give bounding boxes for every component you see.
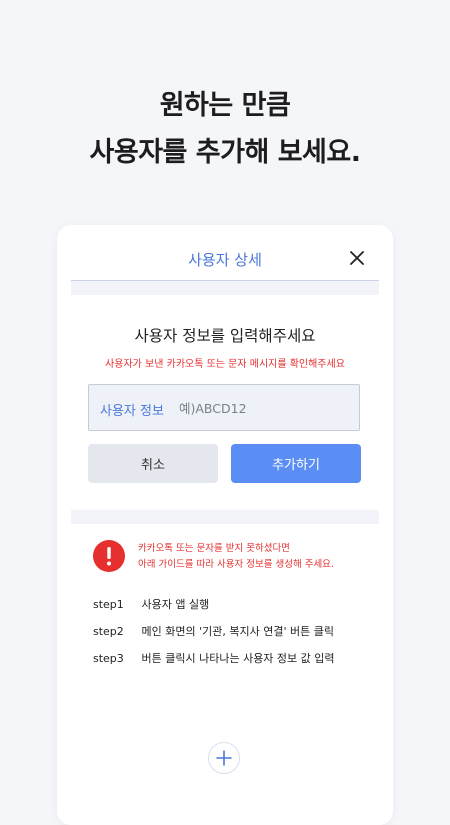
headline: 원하는 만큼 사용자를 추가해 보세요. [0,82,450,176]
step-row-2: step2 메인 화면의 '기관, 복지사 연결' 버튼 클릭 [93,623,334,639]
guide-warning: 카카오톡 또는 문자를 받지 못하셨다면 아래 가이드를 따라 사용자 정보를 … [138,541,378,573]
step-text: 버튼 클릭시 나타나는 사용자 정보 값 입력 [141,652,335,665]
step-text: 메인 화면의 '기관, 복지사 연결' 버튼 클릭 [141,625,334,638]
step-label: step2 [93,625,124,638]
add-more-button[interactable] [208,742,240,774]
dialog-header: 사용자 상세 [57,225,393,285]
close-button[interactable] [349,250,365,266]
section-divider-top [71,281,379,295]
user-detail-dialog: 사용자 상세 사용자 정보를 입력해주세요 사용자가 보낸 카카오톡 또는 문자… [57,225,393,825]
section-divider-bottom [71,510,379,524]
cancel-button[interactable]: 취소 [88,444,218,483]
headline-line-2: 사용자를 추가해 보세요. [89,137,361,168]
step-row-3: step3 버튼 클릭시 나타나는 사용자 정보 값 입력 [93,650,335,666]
user-info-label: 사용자 정보 [100,404,164,419]
guide-warning-line-2: 아래 가이드를 따라 사용자 정보를 생성해 주세요. [138,559,334,570]
user-info-input[interactable] [179,397,349,419]
close-icon [350,251,364,265]
warning-icon [93,540,125,572]
step-label: step1 [93,598,124,611]
guide-warning-line-1: 카카오톡 또는 문자를 받지 못하셨다면 [138,543,290,554]
step-row-1: step1 사용자 앱 실행 [93,596,209,612]
add-button[interactable]: 추가하기 [231,444,361,483]
plus-icon [216,750,232,766]
headline-line-1: 원하는 만큼 [159,90,291,121]
user-info-input-box[interactable]: 사용자 정보 [88,384,360,431]
input-prompt-hint: 사용자가 보낸 카카오톡 또는 문자 메시지를 확인해주세요 [105,359,345,370]
step-text: 사용자 앱 실행 [141,598,210,611]
step-label: step3 [93,652,124,665]
input-prompt: 사용자 정보를 입력해주세요 [134,327,316,345]
dialog-title: 사용자 상세 [188,251,262,269]
